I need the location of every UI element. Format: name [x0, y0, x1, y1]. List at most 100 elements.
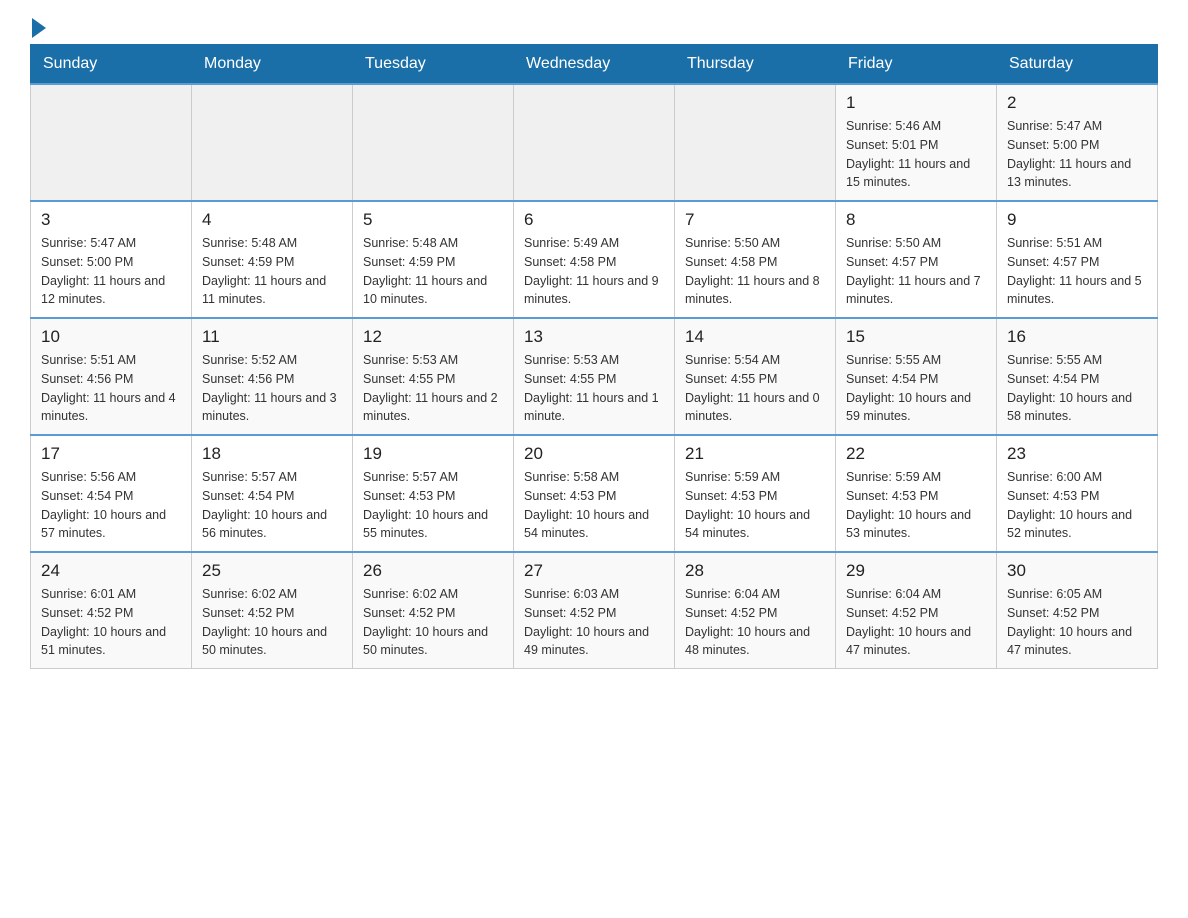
week-row-1: 1 Sunrise: 5:46 AM Sunset: 5:01 PM Daylig…	[31, 84, 1158, 201]
day-info: Sunrise: 5:48 AM Sunset: 4:59 PM Dayligh…	[202, 234, 342, 309]
calendar-cell: 21 Sunrise: 5:59 AM Sunset: 4:53 PM Dayli…	[675, 435, 836, 552]
calendar-cell: 7 Sunrise: 5:50 AM Sunset: 4:58 PM Daylig…	[675, 201, 836, 318]
week-row-5: 24 Sunrise: 6:01 AM Sunset: 4:52 PM Dayli…	[31, 552, 1158, 669]
day-info: Sunrise: 6:04 AM Sunset: 4:52 PM Dayligh…	[846, 585, 986, 660]
calendar-cell: 16 Sunrise: 5:55 AM Sunset: 4:54 PM Dayli…	[997, 318, 1158, 435]
day-number: 17	[41, 444, 181, 464]
day-header-wednesday: Wednesday	[514, 45, 675, 85]
day-number: 16	[1007, 327, 1147, 347]
day-info: Sunrise: 5:59 AM Sunset: 4:53 PM Dayligh…	[685, 468, 825, 543]
day-info: Sunrise: 6:01 AM Sunset: 4:52 PM Dayligh…	[41, 585, 181, 660]
calendar-cell: 19 Sunrise: 5:57 AM Sunset: 4:53 PM Dayli…	[353, 435, 514, 552]
calendar-cell: 12 Sunrise: 5:53 AM Sunset: 4:55 PM Dayli…	[353, 318, 514, 435]
day-info: Sunrise: 6:00 AM Sunset: 4:53 PM Dayligh…	[1007, 468, 1147, 543]
calendar-cell	[192, 84, 353, 201]
day-header-tuesday: Tuesday	[353, 45, 514, 85]
calendar-cell: 1 Sunrise: 5:46 AM Sunset: 5:01 PM Daylig…	[836, 84, 997, 201]
day-header-saturday: Saturday	[997, 45, 1158, 85]
day-number: 1	[846, 93, 986, 113]
week-row-2: 3 Sunrise: 5:47 AM Sunset: 5:00 PM Daylig…	[31, 201, 1158, 318]
day-info: Sunrise: 5:55 AM Sunset: 4:54 PM Dayligh…	[846, 351, 986, 426]
day-info: Sunrise: 5:52 AM Sunset: 4:56 PM Dayligh…	[202, 351, 342, 426]
calendar-cell: 8 Sunrise: 5:50 AM Sunset: 4:57 PM Daylig…	[836, 201, 997, 318]
day-info: Sunrise: 5:50 AM Sunset: 4:58 PM Dayligh…	[685, 234, 825, 309]
day-number: 3	[41, 210, 181, 230]
day-number: 22	[846, 444, 986, 464]
day-info: Sunrise: 5:46 AM Sunset: 5:01 PM Dayligh…	[846, 117, 986, 192]
day-info: Sunrise: 5:53 AM Sunset: 4:55 PM Dayligh…	[524, 351, 664, 426]
day-number: 20	[524, 444, 664, 464]
day-number: 8	[846, 210, 986, 230]
day-number: 12	[363, 327, 503, 347]
calendar-cell: 26 Sunrise: 6:02 AM Sunset: 4:52 PM Dayli…	[353, 552, 514, 669]
day-number: 9	[1007, 210, 1147, 230]
day-info: Sunrise: 6:02 AM Sunset: 4:52 PM Dayligh…	[202, 585, 342, 660]
logo-arrow-icon	[32, 18, 46, 38]
day-number: 13	[524, 327, 664, 347]
day-number: 5	[363, 210, 503, 230]
calendar-cell: 11Sunrise: 5:52 AM Sunset: 4:56 PM Dayli…	[192, 318, 353, 435]
day-number: 30	[1007, 561, 1147, 581]
calendar-cell: 3 Sunrise: 5:47 AM Sunset: 5:00 PM Daylig…	[31, 201, 192, 318]
day-info: Sunrise: 6:05 AM Sunset: 4:52 PM Dayligh…	[1007, 585, 1147, 660]
calendar-cell	[353, 84, 514, 201]
page-header	[30, 20, 1158, 34]
day-info: Sunrise: 5:57 AM Sunset: 4:54 PM Dayligh…	[202, 468, 342, 543]
day-info: Sunrise: 5:47 AM Sunset: 5:00 PM Dayligh…	[41, 234, 181, 309]
day-header-thursday: Thursday	[675, 45, 836, 85]
day-number: 26	[363, 561, 503, 581]
logo	[30, 20, 46, 34]
day-info: Sunrise: 5:57 AM Sunset: 4:53 PM Dayligh…	[363, 468, 503, 543]
day-info: Sunrise: 5:49 AM Sunset: 4:58 PM Dayligh…	[524, 234, 664, 309]
calendar-table: SundayMondayTuesdayWednesdayThursdayFrid…	[30, 44, 1158, 669]
calendar-cell: 28 Sunrise: 6:04 AM Sunset: 4:52 PM Dayli…	[675, 552, 836, 669]
day-info: Sunrise: 5:59 AM Sunset: 4:53 PM Dayligh…	[846, 468, 986, 543]
day-number: 7	[685, 210, 825, 230]
calendar-cell: 24 Sunrise: 6:01 AM Sunset: 4:52 PM Dayli…	[31, 552, 192, 669]
day-info: Sunrise: 5:58 AM Sunset: 4:53 PM Dayligh…	[524, 468, 664, 543]
day-number: 29	[846, 561, 986, 581]
day-number: 23	[1007, 444, 1147, 464]
calendar-cell: 29 Sunrise: 6:04 AM Sunset: 4:52 PM Dayli…	[836, 552, 997, 669]
day-info: Sunrise: 5:48 AM Sunset: 4:59 PM Dayligh…	[363, 234, 503, 309]
day-number: 15	[846, 327, 986, 347]
calendar-cell: 22 Sunrise: 5:59 AM Sunset: 4:53 PM Dayli…	[836, 435, 997, 552]
day-info: Sunrise: 5:56 AM Sunset: 4:54 PM Dayligh…	[41, 468, 181, 543]
calendar-cell: 30 Sunrise: 6:05 AM Sunset: 4:52 PM Dayli…	[997, 552, 1158, 669]
day-number: 10	[41, 327, 181, 347]
day-number: 14	[685, 327, 825, 347]
calendar-cell: 20 Sunrise: 5:58 AM Sunset: 4:53 PM Dayli…	[514, 435, 675, 552]
day-info: Sunrise: 6:04 AM Sunset: 4:52 PM Dayligh…	[685, 585, 825, 660]
calendar-cell	[31, 84, 192, 201]
day-number: 2	[1007, 93, 1147, 113]
day-header-friday: Friday	[836, 45, 997, 85]
calendar-cell: 2 Sunrise: 5:47 AM Sunset: 5:00 PM Daylig…	[997, 84, 1158, 201]
day-info: Sunrise: 5:55 AM Sunset: 4:54 PM Dayligh…	[1007, 351, 1147, 426]
day-info: Sunrise: 5:51 AM Sunset: 4:57 PM Dayligh…	[1007, 234, 1147, 309]
calendar-cell: 13 Sunrise: 5:53 AM Sunset: 4:55 PM Dayli…	[514, 318, 675, 435]
calendar-cell: 10Sunrise: 5:51 AM Sunset: 4:56 PM Dayli…	[31, 318, 192, 435]
day-info: Sunrise: 5:47 AM Sunset: 5:00 PM Dayligh…	[1007, 117, 1147, 192]
day-info: Sunrise: 6:02 AM Sunset: 4:52 PM Dayligh…	[363, 585, 503, 660]
day-info: Sunrise: 5:50 AM Sunset: 4:57 PM Dayligh…	[846, 234, 986, 309]
calendar-cell: 23 Sunrise: 6:00 AM Sunset: 4:53 PM Dayli…	[997, 435, 1158, 552]
calendar-cell: 25Sunrise: 6:02 AM Sunset: 4:52 PM Dayli…	[192, 552, 353, 669]
day-number: 6	[524, 210, 664, 230]
calendar-cell	[675, 84, 836, 201]
day-number: 27	[524, 561, 664, 581]
calendar-cell: 6 Sunrise: 5:49 AM Sunset: 4:58 PM Daylig…	[514, 201, 675, 318]
calendar-cell: 4 Sunrise: 5:48 AM Sunset: 4:59 PM Daylig…	[192, 201, 353, 318]
calendar-cell: 17 Sunrise: 5:56 AM Sunset: 4:54 PM Dayli…	[31, 435, 192, 552]
calendar-cell: 18Sunrise: 5:57 AM Sunset: 4:54 PM Dayli…	[192, 435, 353, 552]
day-number: 19	[363, 444, 503, 464]
day-info: Sunrise: 6:03 AM Sunset: 4:52 PM Dayligh…	[524, 585, 664, 660]
day-number: 28	[685, 561, 825, 581]
day-info: Sunrise: 5:53 AM Sunset: 4:55 PM Dayligh…	[363, 351, 503, 426]
day-number: 4	[202, 210, 342, 230]
day-number: 21	[685, 444, 825, 464]
day-header-monday: Monday	[192, 45, 353, 85]
calendar-cell: 15 Sunrise: 5:55 AM Sunset: 4:54 PM Dayli…	[836, 318, 997, 435]
week-row-3: 10Sunrise: 5:51 AM Sunset: 4:56 PM Dayli…	[31, 318, 1158, 435]
calendar-cell: 9 Sunrise: 5:51 AM Sunset: 4:57 PM Daylig…	[997, 201, 1158, 318]
day-number: 24	[41, 561, 181, 581]
